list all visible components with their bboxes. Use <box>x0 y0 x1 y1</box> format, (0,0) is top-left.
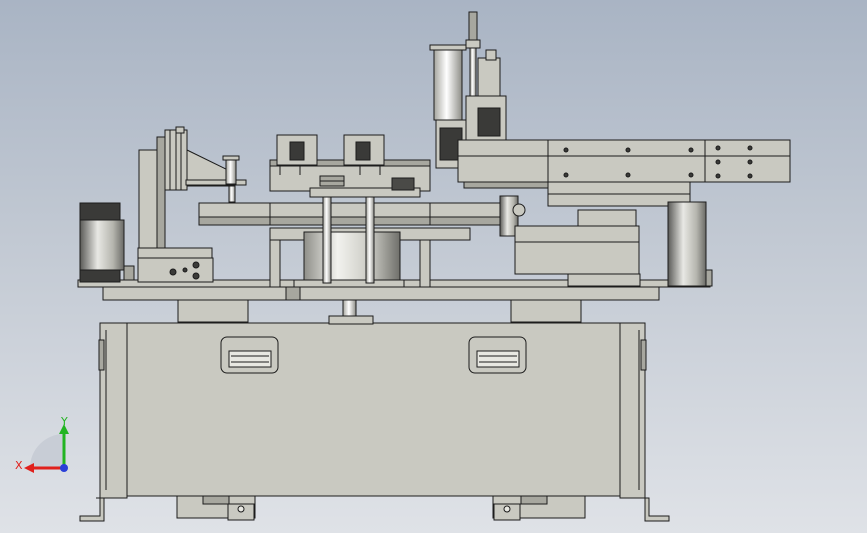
table-plate <box>102 286 660 325</box>
y-axis-label: Y <box>60 415 68 428</box>
cabinet-handle-right <box>468 336 527 374</box>
coordinate-triad: Y X <box>15 415 69 473</box>
machine-assembly-drawing: Y X <box>15 11 791 522</box>
right-motor <box>514 201 713 287</box>
cabinet <box>79 322 670 522</box>
cabinet-handle-left <box>220 336 279 374</box>
x-axis-label: X <box>15 459 23 472</box>
z-axis-dot <box>60 464 68 472</box>
cad-viewport[interactable]: Y X <box>0 0 867 533</box>
turntable <box>198 194 526 288</box>
fixture-carriage <box>269 134 431 198</box>
left-drum <box>79 202 135 283</box>
